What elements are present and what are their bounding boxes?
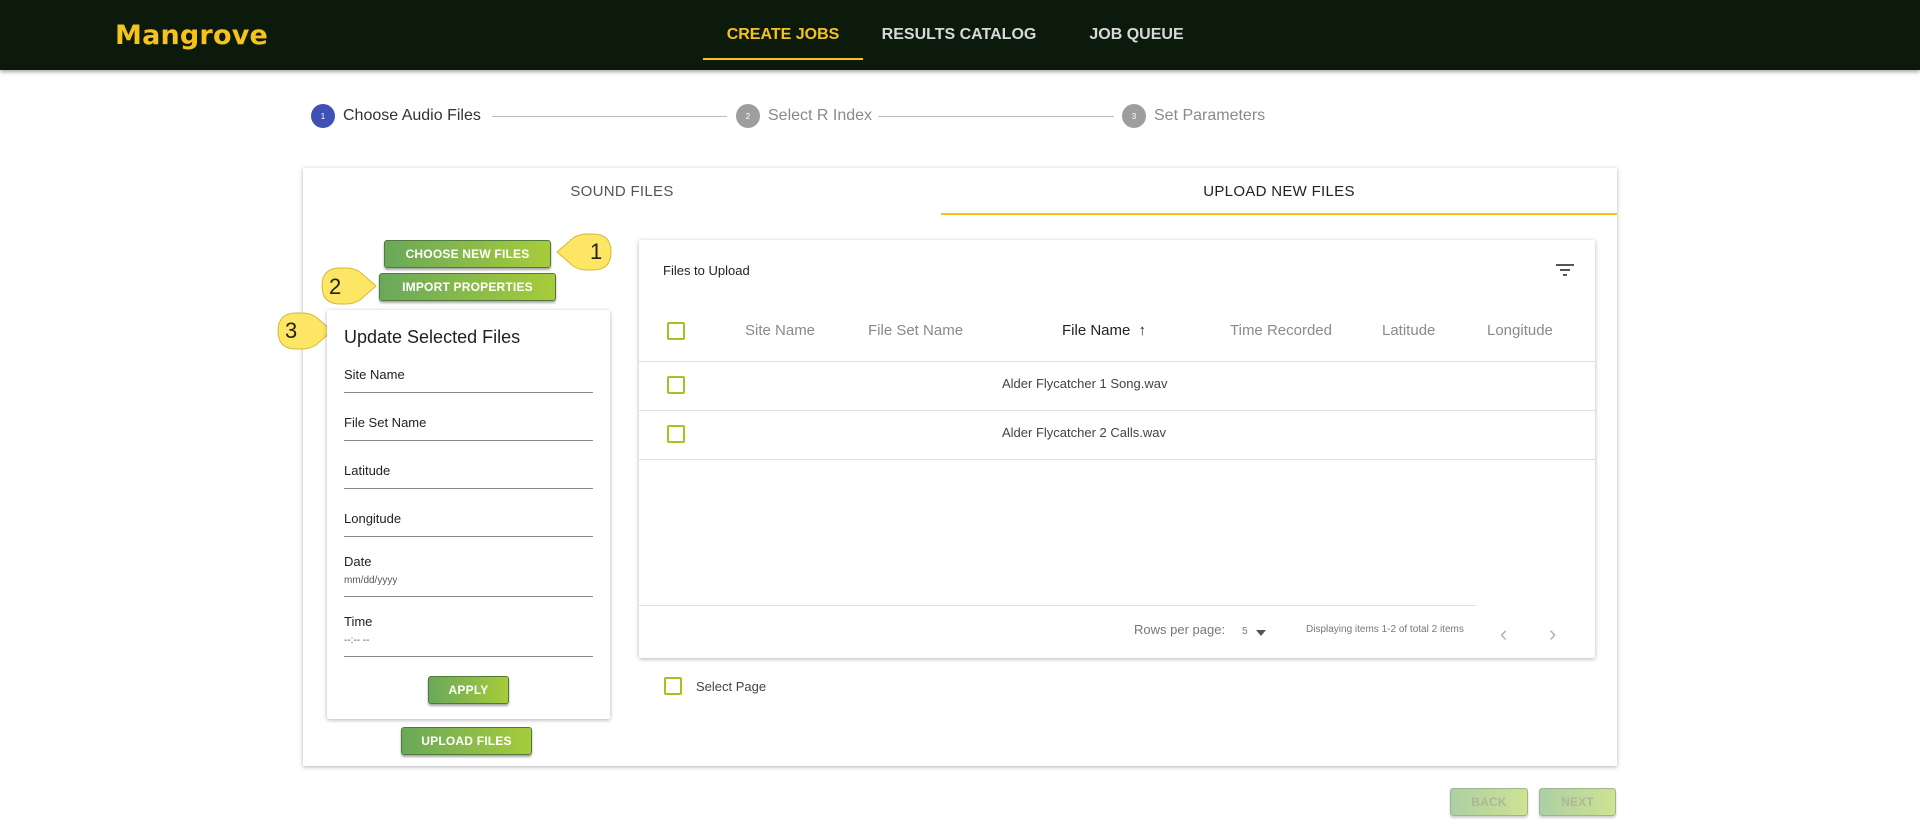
row-divider [639, 410, 1595, 411]
step-label-2: Select R Index [768, 107, 873, 124]
step-label-1: Choose Audio Files [343, 107, 481, 124]
tab-sound-files[interactable]: SOUND FILES [303, 168, 941, 215]
sort-ascending-icon: ↑ [1138, 322, 1147, 339]
callout-1-marker [556, 233, 612, 271]
callout-3-number: 3 [285, 318, 298, 343]
date-placeholder: mm/dd/yyyy [344, 575, 398, 586]
header-divider [639, 361, 1595, 362]
site-name-field[interactable]: Site Name [344, 367, 593, 393]
file-set-name-field[interactable]: File Set Name [344, 415, 593, 441]
next-page-icon[interactable]: › [1549, 621, 1556, 647]
upload-card: SOUND FILES UPLOAD NEW FILES CHOOSE NEW … [277, 168, 1617, 766]
column-header-latitude[interactable]: Latitude [1382, 322, 1435, 339]
previous-page-icon[interactable]: ‹ [1500, 621, 1507, 647]
step-select-r-index[interactable]: 2 Select R Index [736, 104, 873, 128]
date-field[interactable]: Date mm/dd/yyyy [344, 554, 593, 597]
callout-1-number: 1 [590, 239, 603, 264]
step-number-2: 2 [736, 104, 760, 128]
pagination-summary: Displaying items 1-2 of total 2 items [1306, 624, 1464, 635]
step-choose-audio-files[interactable]: 1 Choose Audio Files [311, 104, 481, 128]
files-to-upload-panel: Files to Upload Site Name File Set Name … [639, 240, 1595, 658]
rows-per-page-label: Rows per page: [1134, 622, 1226, 637]
back-button[interactable]: BACK [1450, 788, 1528, 816]
step-number-3: 3 [1122, 104, 1146, 128]
callout-2-number: 2 [329, 274, 342, 299]
dropdown-arrow-icon[interactable] [1256, 630, 1266, 636]
column-header-file-set-name[interactable]: File Set Name [868, 322, 963, 339]
step-set-parameters[interactable]: 3 Set Parameters [1122, 104, 1266, 128]
select-all-checkbox[interactable] [667, 322, 685, 340]
column-header-longitude[interactable]: Longitude [1487, 322, 1553, 339]
column-header-site-name[interactable]: Site Name [745, 322, 815, 339]
step-number-1: 1 [311, 104, 335, 128]
step-connector [492, 116, 727, 117]
footer-divider [639, 605, 1476, 606]
rows-per-page-value[interactable]: 5 [1242, 626, 1248, 637]
top-navbar: Mangrove CREATE JOBS RESULTS CATALOG JOB… [0, 0, 1920, 70]
choose-new-files-button[interactable]: CHOOSE NEW FILES [384, 240, 551, 268]
file-set-name-label: File Set Name [344, 415, 427, 430]
row-checkbox[interactable] [667, 376, 685, 394]
nav-tab-results-catalog[interactable]: RESULTS CATALOG [878, 0, 1040, 70]
longitude-label: Longitude [344, 511, 402, 526]
longitude-field[interactable]: Longitude [344, 511, 593, 537]
brand-logo[interactable]: Mangrove [115, 20, 268, 51]
row-divider [639, 459, 1595, 460]
step-label-3: Set Parameters [1154, 107, 1266, 124]
apply-button[interactable]: APPLY [428, 676, 509, 704]
time-placeholder: --:-- -- [344, 635, 370, 646]
nav-tab-create-jobs[interactable]: CREATE JOBS [703, 0, 863, 70]
date-label: Date [344, 554, 372, 569]
column-header-file-name[interactable]: File Name ↑ [1062, 322, 1146, 339]
time-field[interactable]: Time --:-- -- [344, 614, 593, 657]
latitude-label: Latitude [344, 463, 391, 478]
panel-title: Update Selected Files [344, 327, 521, 347]
file-name-cell: Alder Flycatcher 1 Song.wav [1002, 376, 1168, 391]
latitude-field[interactable]: Latitude [344, 463, 593, 489]
filter-icon[interactable] [1556, 263, 1574, 277]
import-properties-button[interactable]: IMPORT PROPERTIES [379, 273, 556, 301]
update-selected-files-panel: Update Selected Files Site Name File Set… [327, 310, 610, 719]
next-button[interactable]: NEXT [1539, 788, 1616, 816]
column-header-time-recorded[interactable]: Time Recorded [1230, 322, 1332, 339]
upload-files-button[interactable]: UPLOAD FILES [401, 727, 532, 755]
row-checkbox[interactable] [667, 425, 685, 443]
site-name-label: Site Name [344, 367, 405, 382]
column-header-file-name-label: File Name [1062, 322, 1131, 339]
select-page-checkbox[interactable] [664, 677, 682, 695]
table-title: Files to Upload [663, 263, 750, 278]
nav-tab-job-queue[interactable]: JOB QUEUE [1080, 0, 1193, 70]
step-connector [878, 116, 1114, 117]
select-page-label: Select Page [696, 679, 767, 694]
file-name-cell: Alder Flycatcher 2 Calls.wav [1002, 425, 1166, 440]
tab-upload-new-files[interactable]: UPLOAD NEW FILES [941, 168, 1617, 215]
time-label: Time [344, 614, 373, 629]
